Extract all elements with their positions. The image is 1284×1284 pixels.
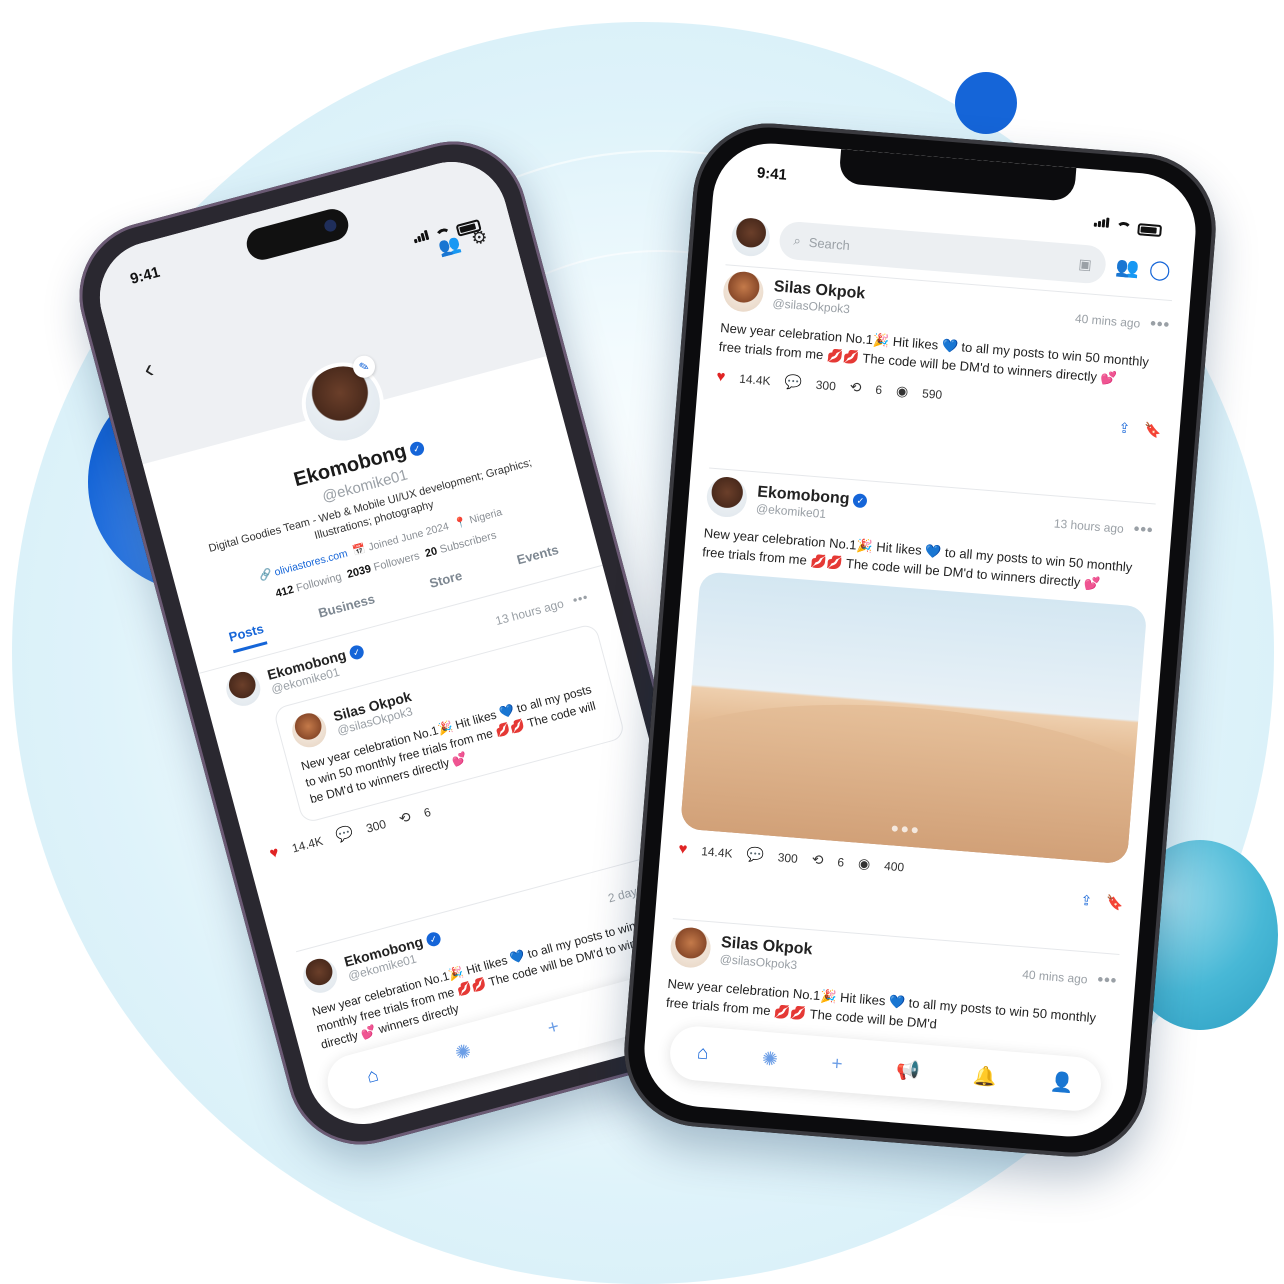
repost-icon[interactable]: ⟲: [397, 808, 413, 827]
signal-icon: [1093, 214, 1110, 233]
search-placeholder: Search: [808, 234, 851, 253]
comment-count: 300: [364, 816, 388, 836]
share-icon[interactable]: ⇪: [1080, 892, 1093, 910]
comment-icon[interactable]: 💬: [334, 824, 355, 845]
repost-icon[interactable]: ⟲: [811, 851, 824, 869]
feed-post[interactable]: Ekomobong ✓ @ekomike01 13 hours ago ••• N…: [676, 467, 1156, 913]
verified-icon: ✓: [852, 493, 868, 509]
tab-store[interactable]: Store: [428, 568, 466, 600]
dune-shape: [680, 685, 1148, 865]
heart-icon[interactable]: ♥: [716, 368, 726, 386]
tab-events[interactable]: Events: [515, 542, 562, 576]
avatar[interactable]: [721, 270, 765, 314]
avatar[interactable]: [730, 216, 772, 258]
view-icon: ◉: [857, 854, 871, 872]
share-icon[interactable]: ⇪: [1118, 419, 1131, 437]
post-time: 40 mins ago: [1074, 311, 1141, 331]
following-label[interactable]: Following: [295, 571, 343, 595]
bookmark-icon[interactable]: 🔖: [1105, 894, 1125, 912]
more-icon[interactable]: •••: [1097, 971, 1118, 991]
status-time: 9:41: [756, 164, 788, 184]
add-user-icon[interactable]: 👥: [1115, 255, 1141, 281]
comment-count: 300: [815, 377, 837, 393]
battery-icon: [1137, 223, 1163, 238]
add-icon[interactable]: +: [545, 1016, 561, 1040]
avatar[interactable]: [705, 475, 749, 519]
profile-icon[interactable]: 👤: [1049, 1070, 1075, 1096]
profile-location: Nigeria: [468, 506, 504, 527]
pin-icon: 📍: [452, 515, 469, 531]
megaphone-icon[interactable]: 📢: [895, 1058, 921, 1084]
status-icons: [1093, 214, 1163, 238]
feed-post[interactable]: Silas Okpok @silasOkpok3 40 mins ago •••…: [714, 264, 1173, 439]
avatar[interactable]: [288, 709, 331, 752]
bell-icon[interactable]: 🔔: [972, 1064, 998, 1090]
like-count: 14.4K: [700, 843, 734, 861]
repost-count: 6: [422, 804, 433, 820]
view-icon: ◉: [895, 382, 909, 400]
post-time: 40 mins ago: [1021, 967, 1089, 987]
tab-posts[interactable]: Posts: [227, 620, 268, 654]
tab-business[interactable]: Business: [317, 591, 379, 629]
decorative-dot: [955, 72, 1017, 134]
post-time: 13 hours ago: [1053, 516, 1125, 536]
home-icon[interactable]: ⌂: [696, 1042, 709, 1065]
heart-icon[interactable]: ♥: [268, 844, 281, 863]
avatar[interactable]: [299, 954, 342, 997]
view-count: 400: [883, 858, 905, 874]
wifi-icon: [1115, 221, 1133, 235]
repost-icon[interactable]: ⟲: [849, 379, 862, 397]
avatar[interactable]: [222, 668, 265, 710]
feed-screen: 9:41 ⌕ Search ▣ 👥 ◯ Silas Okpok @silasOk…: [640, 139, 1200, 1141]
chat-icon[interactable]: ◯: [1148, 258, 1171, 283]
search-input[interactable]: ⌕ Search ▣: [778, 220, 1108, 285]
more-icon[interactable]: •••: [1150, 315, 1171, 335]
followers-label[interactable]: Followers: [372, 550, 421, 574]
avatar[interactable]: [669, 926, 713, 970]
home-icon[interactable]: ⌂: [364, 1065, 381, 1089]
comment-icon[interactable]: 💬: [746, 846, 765, 864]
explore-icon[interactable]: ✺: [453, 1039, 474, 1065]
subscribers-label[interactable]: Subscribers: [439, 529, 498, 556]
comment-icon[interactable]: 💬: [784, 373, 803, 391]
subscribers-count[interactable]: 20: [424, 545, 439, 560]
more-icon[interactable]: •••: [1133, 521, 1154, 541]
like-count: 14.4K: [290, 833, 325, 855]
comment-count: 300: [777, 849, 799, 866]
view-count: 590: [921, 385, 943, 402]
heart-icon[interactable]: ♥: [678, 840, 688, 858]
post-time: 13 hours ago: [493, 596, 566, 629]
bookmark-icon[interactable]: 🔖: [1143, 421, 1163, 439]
following-count[interactable]: 412: [274, 584, 295, 600]
notch: [838, 149, 1077, 202]
filter-icon[interactable]: ▣: [1078, 255, 1092, 273]
search-icon: ⌕: [793, 232, 802, 249]
verified-icon: ✓: [408, 439, 426, 458]
explore-icon[interactable]: ✺: [761, 1047, 779, 1071]
followers-count[interactable]: 2039: [346, 563, 373, 581]
add-icon[interactable]: +: [831, 1053, 844, 1076]
post-image-desert[interactable]: [680, 571, 1148, 865]
like-count: 14.4K: [738, 371, 772, 388]
repost-count: 6: [836, 854, 845, 870]
link-icon: 🔗: [257, 567, 274, 583]
phone-feed: 9:41 ⌕ Search ▣ 👥 ◯ Silas Okpok @silasOk…: [618, 117, 1222, 1163]
calendar-icon: 📅: [351, 542, 368, 558]
repost-count: 6: [874, 382, 883, 397]
more-icon[interactable]: •••: [571, 590, 590, 608]
